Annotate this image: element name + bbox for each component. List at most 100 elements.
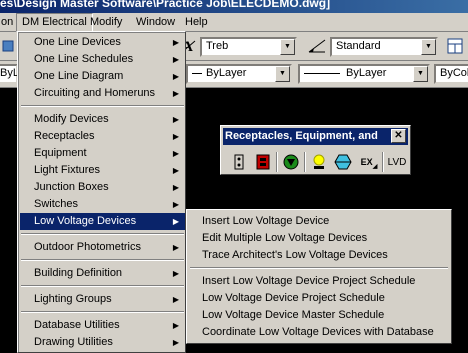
submenu-arrow-icon: ▶ — [172, 89, 179, 98]
menu-separator — [21, 105, 184, 107]
text-style-select[interactable]: Treb ▼ — [200, 37, 297, 57]
menu-item-lighting-groups[interactable]: Lighting Groups ▶ — [20, 291, 185, 308]
submenu-item-insert-low-voltage-device[interactable]: Insert Low Voltage Device — [189, 213, 449, 230]
menu-item-equipment[interactable]: Equipment ▶ — [20, 145, 185, 162]
menu-item-modify-devices[interactable]: Modify Devices ▶ — [20, 111, 185, 128]
menu-item-modify[interactable]: Modify — [85, 13, 127, 32]
receptacle-icon[interactable] — [229, 152, 249, 172]
menu-item-label: Lighting Groups — [34, 293, 112, 305]
menu-item-one-line-diagram[interactable]: One Line Diagram ▶ — [20, 68, 185, 85]
submenu-arrow-icon: ▶ — [172, 183, 179, 192]
menu-item-label: One Line Diagram — [34, 70, 124, 82]
menu-item-label: Circuiting and Homeruns — [34, 87, 156, 99]
low-voltage-device-button[interactable]: LVD — [387, 152, 407, 172]
menu-item-drawing-utilities[interactable]: Drawing Utilities ▶ — [20, 334, 185, 351]
submenu-arrow-icon: ▶ — [172, 200, 179, 209]
text-style-value: Treb — [206, 40, 229, 52]
menu-item-label: Outdoor Photometrics — [34, 241, 141, 253]
submenu-arrow-icon: ▶ — [172, 295, 179, 304]
menu-item-outdoor-photometrics[interactable]: Outdoor Photometrics ▶ — [20, 239, 185, 256]
menu-item-label: Modify Devices — [34, 113, 109, 125]
submenu-arrow-icon: ▶ — [172, 269, 179, 278]
chevron-down-icon[interactable]: ▼ — [421, 39, 436, 55]
submenu-item-coordinate-with-database[interactable]: Coordinate Low Voltage Devices with Data… — [189, 324, 449, 341]
submenu-arrow-icon: ▶ — [172, 38, 179, 47]
menu-item-label: Light Fixtures — [34, 164, 101, 176]
submenu-arrow-icon: ▶ — [172, 72, 179, 81]
linetype-select[interactable]: ByLayer ▼ — [186, 64, 292, 84]
menu-item-junction-boxes[interactable]: Junction Boxes ▶ — [20, 179, 185, 196]
dimension-style-icon[interactable] — [307, 36, 327, 56]
lineweight-value: ByLayer — [346, 67, 387, 79]
layer-select[interactable]: ByLa — [0, 64, 25, 84]
submenu-arrow-icon: ▶ — [172, 132, 179, 141]
menu-item-one-line-devices[interactable]: One Line Devices ▶ — [20, 34, 185, 51]
linetype-line-icon — [192, 72, 202, 74]
color-select[interactable]: ByCol — [434, 64, 468, 84]
menu-bar: on DM Electrical Modify Window Help — [0, 13, 468, 32]
menu-item-receptacles[interactable]: Receptacles ▶ — [20, 128, 185, 145]
submenu-arrow-icon: ▶ — [172, 338, 179, 347]
submenu-arrow-icon: ▶ — [172, 115, 179, 124]
menu-item-label: Receptacles — [34, 130, 95, 142]
floating-toolbar-title: Receptacles, Equipment, and — [225, 130, 378, 142]
menu-item-label: Low Voltage Devices — [34, 215, 137, 227]
junction-box-icon[interactable] — [333, 152, 353, 172]
existing-device-icon[interactable]: EX ◢ — [357, 152, 381, 172]
gfci-receptacle-icon[interactable] — [253, 152, 273, 172]
menu-separator — [190, 267, 448, 269]
menu-item-label: Switches — [34, 198, 79, 210]
chevron-down-icon[interactable]: ▼ — [413, 66, 428, 82]
menu-item-circuiting-and-homeruns[interactable]: Circuiting and Homeruns ▶ — [20, 85, 185, 102]
submenu-item-project-schedule[interactable]: Low Voltage Device Project Schedule — [189, 290, 449, 307]
dimension-style-value: Standard — [336, 40, 381, 52]
menu-item-low-voltage-devices[interactable]: Low Voltage Devices ▶ — [20, 213, 185, 230]
linetype-value: ByLayer — [206, 67, 247, 79]
menu-item-building-definition[interactable]: Building Definition ▶ — [20, 265, 185, 282]
submenu-arrow-icon: ▶ — [172, 149, 179, 158]
menu-item-light-fixtures[interactable]: Light Fixtures ▶ — [20, 162, 185, 179]
light-fixture-icon[interactable] — [309, 152, 329, 172]
chevron-down-icon[interactable]: ▼ — [275, 66, 290, 82]
dimension-style-select[interactable]: Standard ▼ — [330, 37, 438, 57]
menu-separator — [21, 259, 184, 261]
menu-item-label: One Line Devices — [34, 36, 121, 48]
lineweight-select[interactable]: ByLayer ▼ — [298, 64, 430, 84]
menu-item-label: Equipment — [34, 147, 87, 159]
toolbar-separator — [382, 152, 384, 172]
toolbar-separator — [304, 152, 306, 172]
chevron-down-icon[interactable]: ▼ — [280, 39, 295, 55]
menu-item-label: Database Utilities — [34, 319, 120, 331]
equipment-icon[interactable] — [281, 152, 301, 172]
window-title: es\Design Master Software\Practice Job\E… — [0, 0, 331, 10]
menu-item-label: One Line Schedules — [34, 53, 134, 65]
menu-item-dm-electrical[interactable]: DM Electrical — [16, 13, 93, 32]
menu-item-label: Building Definition — [34, 267, 123, 279]
existing-device-label: EX — [360, 157, 373, 167]
menu-separator — [21, 311, 184, 313]
window-titlebar: es\Design Master Software\Practice Job\E… — [0, 0, 468, 13]
submenu-arrow-icon: ▶ — [172, 166, 179, 175]
menu-separator — [21, 233, 184, 235]
table-style-icon[interactable] — [445, 36, 465, 56]
submenu-item-edit-multiple-low-voltage-devices[interactable]: Edit Multiple Low Voltage Devices — [189, 230, 449, 247]
floating-toolbar-receptacles[interactable]: Receptacles, Equipment, and ✕ EX ◢ LVD — [220, 125, 411, 175]
submenu-arrow-icon: ▶ — [172, 321, 179, 330]
submenu-item-insert-project-schedule[interactable]: Insert Low Voltage Device Project Schedu… — [189, 273, 449, 290]
menu-item-database-utilities[interactable]: Database Utilities ▶ — [20, 317, 185, 334]
lineweight-line-icon — [304, 72, 340, 74]
low-voltage-device-label: LVD — [387, 156, 407, 168]
submenu-arrow-icon: ▶ — [172, 243, 179, 252]
menu-item-help[interactable]: Help — [180, 13, 213, 32]
submenu-item-master-schedule[interactable]: Low Voltage Device Master Schedule — [189, 307, 449, 324]
close-icon[interactable]: ✕ — [391, 129, 406, 143]
toolbar-separator — [276, 152, 278, 172]
submenu-item-trace-architects-low-voltage-devices[interactable]: Trace Architect's Low Voltage Devices — [189, 247, 449, 264]
menu-item-window[interactable]: Window — [131, 13, 180, 32]
menu-separator — [21, 285, 184, 287]
menu-item-switches[interactable]: Switches ▶ — [20, 196, 185, 213]
menu-item-one-line-schedules[interactable]: One Line Schedules ▶ — [20, 51, 185, 68]
submenu-arrow-icon: ▶ — [172, 55, 179, 64]
dm-electrical-menu: One Line Devices ▶ One Line Schedules ▶ On… — [17, 31, 186, 353]
floating-toolbar-titlebar[interactable]: Receptacles, Equipment, and ✕ — [223, 128, 408, 145]
